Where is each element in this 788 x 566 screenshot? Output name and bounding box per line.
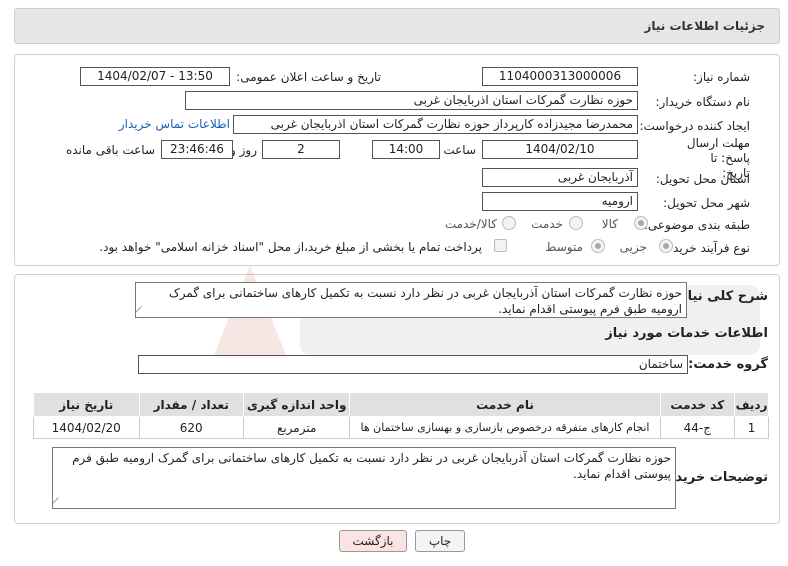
page-header: جزئیات اطلاعات نیاز <box>14 8 780 44</box>
summary-label: شرح کلی نیاز: <box>674 289 768 304</box>
days-remaining-field: 2 <box>262 140 340 159</box>
announce-date-label: تاریخ و ساعت اعلان عمومی: <box>236 70 381 84</box>
remaining-time-field: 23:46:46 <box>161 140 233 159</box>
category-service-radio[interactable] <box>569 216 583 230</box>
page-title: جزئیات اطلاعات نیاز <box>644 19 765 33</box>
col-need-date: تاریخ نیاز <box>33 392 140 417</box>
cell-service-name: انجام کارهای متفرقه درخصوص بازسازی و بهس… <box>349 416 661 439</box>
back-button[interactable]: بازگشت <box>339 530 407 552</box>
creator-field: محمدرضا مجیدزاده کارپرداز حوزه نظارت گمر… <box>233 115 638 134</box>
treasury-payment-checkbox[interactable] <box>494 239 507 252</box>
days-label: روز و <box>230 143 257 157</box>
col-service-code: کد خدمت <box>659 392 736 417</box>
category-goods-service-label: کالا/خدمت <box>444 217 497 231</box>
category-goods-radio[interactable] <box>634 216 648 230</box>
deadline-date-field: 1404/02/10 <box>482 140 638 159</box>
services-table: ردیف کد خدمت نام خدمت واحد اندازه گیری ت… <box>33 392 769 439</box>
city-label: شهر محل تحویل: <box>663 196 750 210</box>
province-field: آذربایجان غربی <box>482 168 638 187</box>
treasury-payment-note: پرداخت تمام یا بخشی از مبلغ خرید،از محل … <box>99 240 482 254</box>
cell-row: 1 <box>734 416 769 439</box>
table-row: 1 ج-44 انجام کارهای متفرقه درخصوص بازساز… <box>33 416 769 439</box>
services-section-title: اطلاعات خدمات مورد نیاز <box>605 326 768 341</box>
col-service-name: نام خدمت <box>349 392 661 417</box>
services-table-header: ردیف کد خدمت نام خدمت واحد اندازه گیری ت… <box>33 392 769 417</box>
deadline-time-label: ساعت <box>443 143 476 157</box>
summary-text: حوزه نظارت گمرکات استان آذربایجان غربی د… <box>168 286 682 316</box>
cell-need-date: 1404/02/20 <box>33 416 140 439</box>
category-label: طبقه بندی موضوعی: <box>643 218 750 232</box>
resize-grip-icon[interactable] <box>53 497 64 508</box>
deadline-time-field: 14:00 <box>372 140 440 159</box>
need-number-label: شماره نیاز: <box>693 70 750 84</box>
service-group-label: گروه خدمت: <box>688 357 768 372</box>
process-minor-label: جزیی <box>619 240 647 254</box>
service-group-field: ساختمان <box>138 355 688 374</box>
category-goods-service-radio[interactable] <box>502 216 516 230</box>
print-button[interactable]: چاپ <box>415 530 465 552</box>
announce-date-field: 1404/02/07 - 13:50 <box>80 67 230 86</box>
col-unit: واحد اندازه گیری <box>242 392 351 417</box>
buyer-org-field: حوزه نظارت گمرکات استان اذربایجان غربی <box>185 91 638 110</box>
need-number-field: 1104000313000006 <box>482 67 638 86</box>
process-medium-radio[interactable] <box>591 239 605 253</box>
resize-grip-icon[interactable] <box>136 306 147 317</box>
city-field: ارومیه <box>482 192 638 211</box>
category-goods-label: کالا <box>601 217 618 231</box>
buyer-notes-text: حوزه نظارت گمرکات استان آذربایجان غربی د… <box>72 451 671 481</box>
remaining-time-label: ساعت باقی مانده <box>65 143 155 157</box>
cell-quantity: 620 <box>138 416 244 439</box>
cell-unit: مترمربع <box>242 416 351 439</box>
creator-label: ایجاد کننده درخواست: <box>639 119 750 133</box>
process-minor-radio[interactable] <box>659 239 673 253</box>
col-row: ردیف <box>734 392 769 417</box>
buyer-notes-textarea[interactable]: حوزه نظارت گمرکات استان آذربایجان غربی د… <box>52 447 676 509</box>
province-label: استان محل تحویل: <box>655 172 750 186</box>
category-service-label: خدمت <box>531 217 563 231</box>
cell-service-code: ج-44 <box>659 416 736 439</box>
buyer-org-label: نام دستگاه خریدار: <box>655 95 751 109</box>
summary-textarea[interactable]: حوزه نظارت گمرکات استان آذربایجان غربی د… <box>135 282 687 318</box>
process-type-label: نوع فرآیند خرید : <box>665 241 750 255</box>
col-quantity: تعداد / مقدار <box>138 392 244 417</box>
process-medium-label: متوسط <box>545 240 583 254</box>
buyer-contact-link[interactable]: اطلاعات تماس خریدار <box>119 117 230 131</box>
